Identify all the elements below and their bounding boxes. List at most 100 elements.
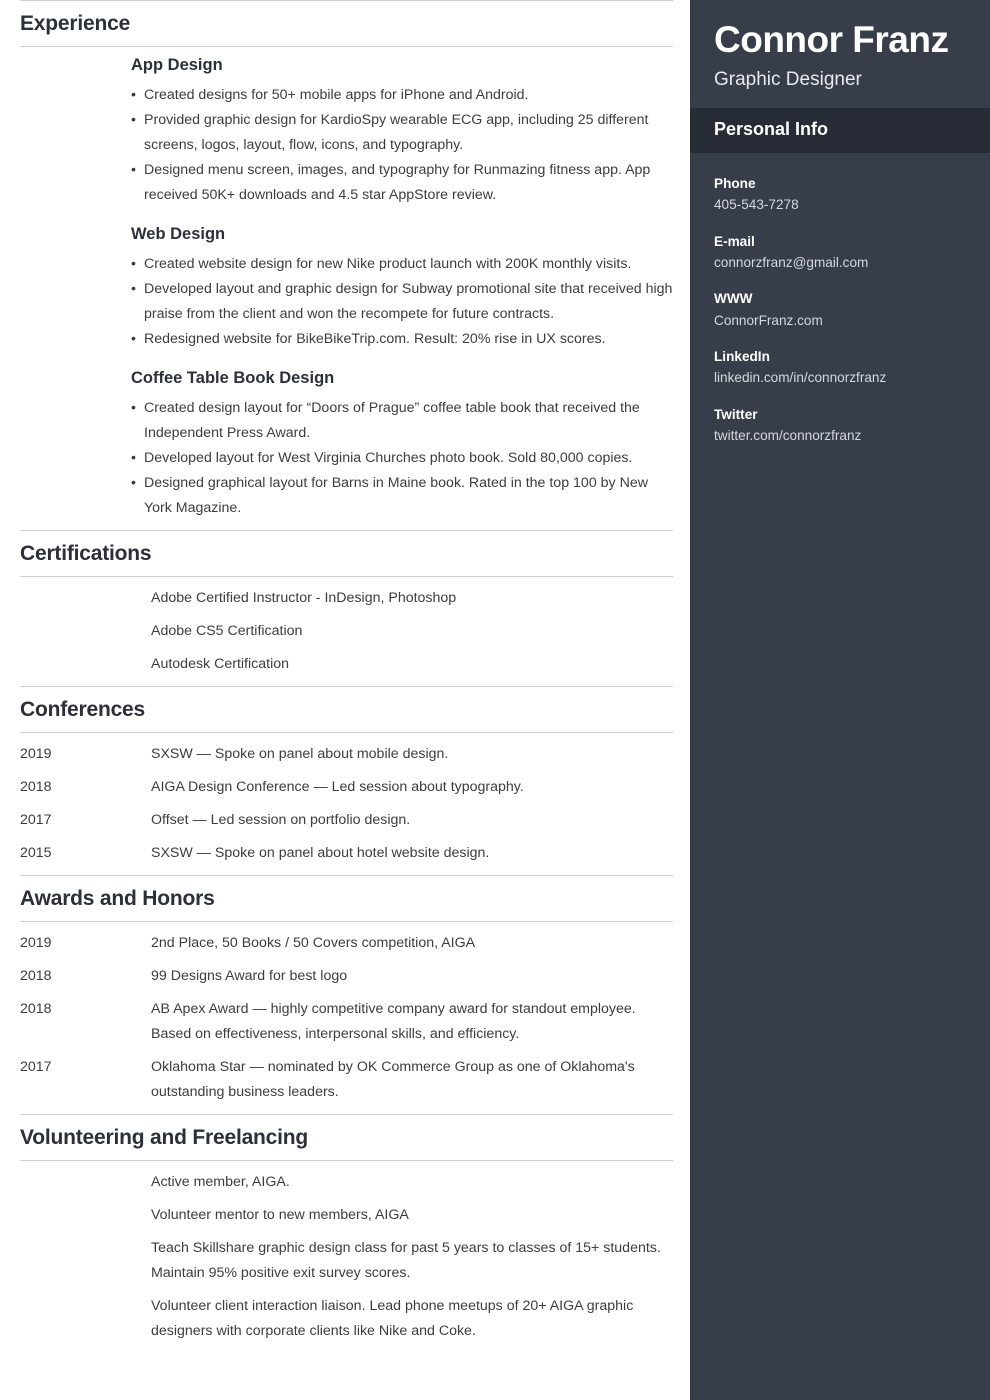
contact-value[interactable]: 405-543-7278 — [714, 195, 966, 215]
experience-bullet: • Designed graphical layout for Barns in … — [131, 471, 673, 521]
conferences-list: 2019 SXSW — Spoke on panel about mobile d… — [20, 742, 673, 866]
award-row: 2018 99 Designs Award for best logo — [20, 964, 673, 989]
conference-row: 2018 AIGA Design Conference — Led session… — [20, 775, 673, 800]
bullet-dot-icon: • — [131, 161, 136, 178]
resume-main-column: Experience App Design • Created designs fo… — [0, 0, 690, 1400]
contact-value[interactable]: linkedin.com/in/connorzfranz — [714, 368, 966, 388]
award-row: 2017 Oklahoma Star — nominated by OK Comm… — [20, 1055, 673, 1105]
certification-item: Adobe Certified Instructor - InDesign, P… — [151, 589, 457, 606]
experience-bullet: • Redesigned website for BikeBikeTrip.com… — [131, 327, 673, 352]
volunteering-item: Volunteer client interaction liaison. Le… — [151, 1298, 634, 1340]
contact-item: Twitter twitter.com/connorzfranz — [714, 405, 966, 447]
candidate-role: Graphic Designer — [714, 69, 862, 91]
resume-page: Experience App Design • Created designs fo… — [0, 0, 990, 1400]
volunteering-item: Active member, AIGA. — [151, 1174, 290, 1191]
personal-info-title: Personal Info — [714, 119, 829, 140]
experience-entry: Web Design • Created website design for ne… — [20, 225, 673, 352]
volunteering-item: Teach Skillshare graphic design class fo… — [151, 1240, 661, 1282]
experience-entry-title: Coffee Table Book Design — [131, 368, 335, 387]
contact-item: E-mail connorzfranz@gmail.com — [714, 232, 966, 274]
contact-item: LinkedIn linkedin.com/in/connorzfranz — [714, 347, 966, 389]
certification-item: Adobe CS5 Certification — [151, 622, 303, 639]
entry-text: SXSW — Spoke on panel about hotel websit… — [151, 844, 490, 861]
experience-bullet-list: • Created website design for new Nike pro… — [131, 252, 673, 352]
experience-bullet: • Developed layout and graphic design for… — [131, 277, 673, 327]
entry-year: 2018 — [20, 967, 52, 984]
experience-bullet-text: Developed layout and graphic design for … — [144, 280, 673, 322]
entry-text: 2nd Place, 50 Books / 50 Covers competit… — [151, 934, 476, 951]
section-certifications: Certifications Adobe Certified Instructo… — [20, 529, 673, 686]
experience-entry-title: App Design — [131, 56, 223, 75]
conference-row: 2015 SXSW — Spoke on panel about hotel we… — [20, 841, 673, 866]
section-awards: Awards and Honors 2019 2nd Place, 50 Book… — [20, 874, 673, 1114]
candidate-name: Connor Franz — [714, 19, 949, 60]
awards-body: 2019 2nd Place, 50 Books / 50 Covers comp… — [20, 922, 673, 1114]
contact-label: WWW — [714, 291, 753, 307]
experience-bullet: • Created website design for new Nike pro… — [131, 252, 673, 277]
entry-year: 2018 — [20, 778, 52, 795]
bullet-dot-icon: • — [131, 111, 136, 128]
awards-list: 2019 2nd Place, 50 Books / 50 Covers comp… — [20, 931, 673, 1105]
experience-bullet: • Provided graphic design for KardioSpy w… — [131, 108, 673, 158]
section-conferences: Conferences 2019 SXSW — Spoke on panel ab… — [20, 685, 673, 875]
experience-bullet: • Designed menu screen, images, and typog… — [131, 158, 673, 208]
personal-info-band: Personal Info — [690, 108, 990, 153]
entry-text: AIGA Design Conference — Led session abo… — [151, 778, 524, 795]
bullet-dot-icon: • — [131, 330, 136, 347]
entry-year: 2019 — [20, 745, 52, 762]
entry-text: SXSW — Spoke on panel about mobile desig… — [151, 745, 449, 762]
experience-bullet: • Created designs for 50+ mobile apps for… — [131, 83, 673, 108]
entry-year: 2017 — [20, 811, 52, 828]
contact-label: E-mail — [714, 233, 755, 249]
certification-item: Autodesk Certification — [151, 655, 290, 672]
experience-body: App Design • Created designs for 50+ mobil… — [20, 47, 673, 529]
award-row: 2018 AB Apex Award — highly competitive c… — [20, 997, 673, 1047]
experience-bullet-text: Created design layout for “Doors of Prag… — [144, 399, 640, 441]
contact-item: Phone 405-543-7278 — [714, 174, 966, 216]
contact-item: WWW ConnorFranz.com — [714, 289, 966, 331]
certifications-body: Adobe Certified Instructor - InDesign, P… — [20, 577, 673, 686]
volunteering-item: Volunteer mentor to new members, AIGA — [151, 1207, 409, 1224]
contact-label: LinkedIn — [714, 349, 770, 365]
experience-entry-title: Web Design — [131, 224, 226, 243]
section-title-volunteering: Volunteering and Freelancing — [20, 1125, 309, 1149]
entry-text: Oklahoma Star — nominated by OK Commerce… — [151, 1058, 635, 1100]
contact-value[interactable]: twitter.com/connorzfranz — [714, 426, 966, 446]
entry-text: 99 Designs Award for best logo — [151, 967, 348, 984]
resume-sidebar: Connor Franz Graphic Designer Personal I… — [690, 0, 990, 1400]
experience-bullet-list: • Created designs for 50+ mobile apps for… — [131, 83, 673, 208]
experience-bullet-text: Designed graphical layout for Barns in M… — [144, 474, 648, 516]
bullet-dot-icon: • — [131, 255, 136, 272]
section-title-certifications: Certifications — [20, 541, 152, 565]
experience-bullet: • Developed layout for West Virginia Chur… — [131, 446, 673, 471]
entry-text: AB Apex Award — highly competitive compa… — [151, 1000, 636, 1042]
experience-entry: App Design • Created designs for 50+ mobil… — [20, 56, 673, 208]
section-title-awards: Awards and Honors — [20, 886, 215, 910]
section-volunteering: Volunteering and Freelancing Active memb… — [20, 1113, 673, 1353]
certifications-list: Adobe Certified Instructor - InDesign, P… — [20, 586, 673, 677]
experience-bullet-text: Created designs for 50+ mobile apps for … — [144, 86, 529, 103]
entry-year: 2018 — [20, 1000, 52, 1017]
volunteering-body: Active member, AIGA. Volunteer mentor to … — [20, 1161, 673, 1353]
experience-bullet: • Created design layout for “Doors of Pra… — [131, 396, 673, 446]
volunteering-list: Active member, AIGA. Volunteer mentor to … — [20, 1170, 673, 1344]
sidebar-header: Connor Franz Graphic Designer — [690, 0, 990, 108]
experience-bullet-text: Created website design for new Nike prod… — [144, 255, 632, 272]
contact-label: Twitter — [714, 406, 758, 422]
contact-list: Phone 405-543-7278 E-mail connorzfranz@gmai… — [690, 153, 990, 447]
bullet-dot-icon: • — [131, 280, 136, 297]
bullet-dot-icon: • — [131, 474, 136, 491]
entry-year: 2019 — [20, 934, 52, 951]
conference-row: 2017 Offset — Led session on portfolio de… — [20, 808, 673, 833]
bullet-dot-icon: • — [131, 449, 136, 466]
section-experience: Experience App Design • Created designs fo… — [20, 0, 673, 530]
bullet-dot-icon: • — [131, 86, 136, 103]
contact-value[interactable]: connorzfranz@gmail.com — [714, 253, 966, 273]
contact-value[interactable]: ConnorFranz.com — [714, 311, 966, 331]
contact-label: Phone — [714, 175, 756, 191]
section-title-conferences: Conferences — [20, 697, 146, 721]
experience-bullet-text: Developed layout for West Virginia Churc… — [144, 449, 633, 466]
experience-bullet-list: • Created design layout for “Doors of Pra… — [131, 396, 673, 521]
experience-bullet-text: Provided graphic design for KardioSpy we… — [144, 111, 649, 153]
experience-entry: Coffee Table Book Design • Created design … — [20, 369, 673, 521]
